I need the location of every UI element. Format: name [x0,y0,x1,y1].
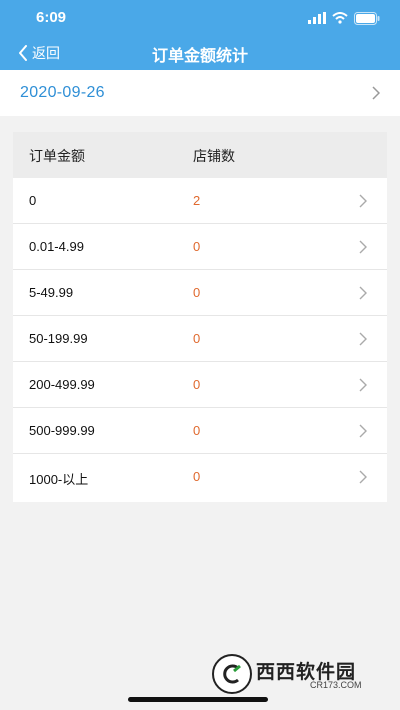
table-header: 订单金额 店铺数 [13,132,387,178]
table-row[interactable]: 0.01-4.99 0 [13,224,387,270]
table-row[interactable]: 1000-以上 0 [13,454,387,500]
row-count: 2 [193,193,201,208]
table-row[interactable]: 200-499.99 0 [13,362,387,408]
chevron-right-icon [359,286,367,300]
table-row[interactable]: 0 2 [13,178,387,224]
row-count: 0 [193,377,201,392]
row-count: 0 [193,423,201,438]
chevron-right-icon [359,424,367,438]
row-count: 0 [193,285,201,300]
home-indicator [128,697,268,702]
nav-bar: 返回 订单金额统计 [0,34,400,70]
row-count: 0 [193,239,201,254]
wifi-icon [332,12,348,24]
page-title: 订单金额统计 [151,48,248,65]
table-row[interactable]: 5-49.99 0 [13,270,387,316]
date-selector[interactable]: 2020-09-26 [0,70,400,116]
table-row[interactable]: 50-199.99 0 [13,316,387,362]
status-time: 6:09 [36,9,67,26]
row-range: 200-499.99 [29,377,95,392]
battery-icon [354,11,380,25]
chevron-right-icon [372,86,380,100]
logo-icon [212,654,252,694]
chevron-right-icon [359,332,367,346]
row-count: 0 [193,469,201,484]
row-range: 1000-以上 [29,472,89,487]
header-store-count: 店铺数 [193,148,235,164]
stats-table: 订单金额 店铺数 0 2 0.01-4.99 0 5-49.99 0 50-19… [13,132,387,502]
status-bar: 6:09 [0,0,400,34]
row-count: 0 [193,331,201,346]
row-range: 50-199.99 [29,331,88,346]
header-order-amount: 订单金额 [29,148,85,164]
signal-icon [308,12,326,24]
watermark-logo: 西西软件园 CR173.COM [212,654,382,694]
top-bar: 6:09 返回 订单金额统计 [0,0,400,70]
table-row[interactable]: 500-999.99 0 [13,408,387,454]
watermark-sub: CR173.COM [310,680,362,690]
chevron-right-icon [359,194,367,208]
row-range: 0.01-4.99 [29,239,84,254]
row-range: 0 [29,193,37,208]
chevron-right-icon [359,378,367,392]
row-range: 5-49.99 [29,285,74,300]
date-value: 2020-09-26 [20,84,105,101]
chevron-right-icon [359,470,367,484]
chevron-right-icon [359,240,367,254]
row-range: 500-999.99 [29,423,95,438]
status-icons [308,11,380,25]
